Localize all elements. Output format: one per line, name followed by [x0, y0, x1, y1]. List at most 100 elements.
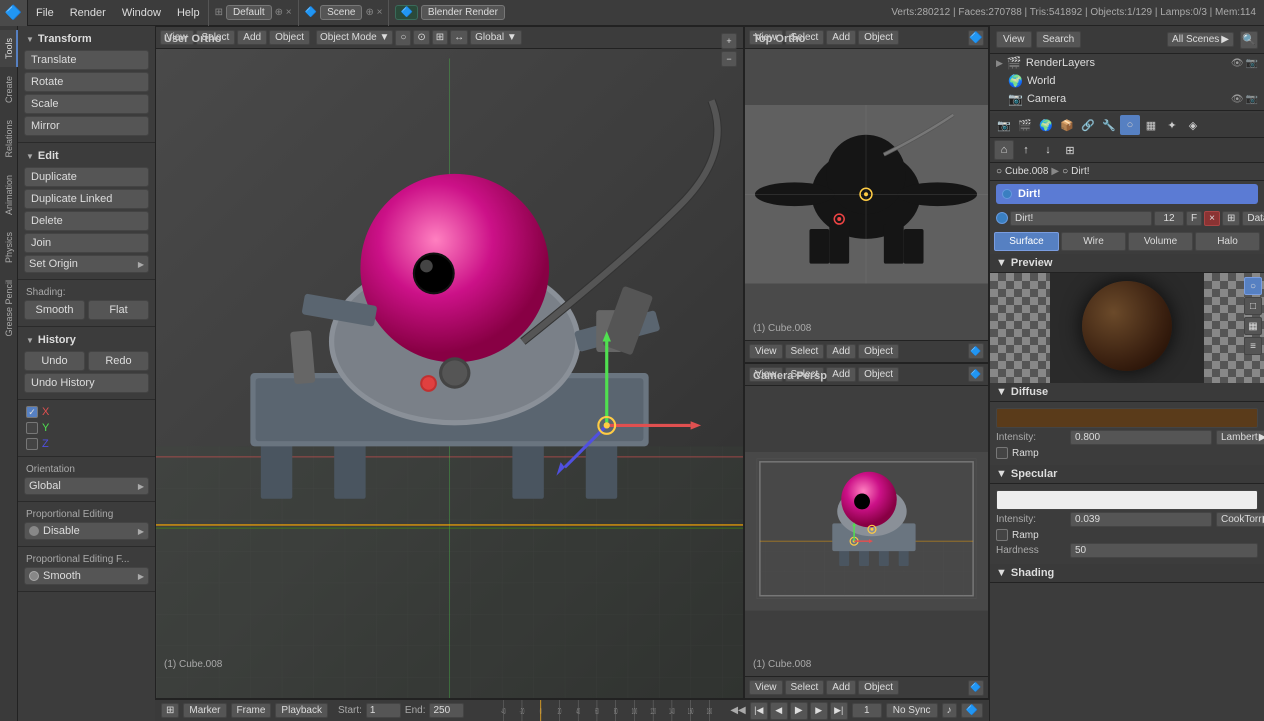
mirror-button[interactable]: Mirror	[24, 116, 149, 136]
nav-up-icon[interactable]: ↑	[1016, 140, 1036, 160]
timeline-marker-btn[interactable]: Marker	[183, 703, 226, 718]
cam-vb-view[interactable]: View	[749, 680, 783, 695]
hardness-input[interactable]	[1070, 543, 1258, 558]
menu-help[interactable]: Help	[169, 0, 208, 26]
edit-header[interactable]: ▼ Edit	[24, 147, 149, 165]
prop-render-icon[interactable]: 📷	[994, 115, 1014, 135]
vtab-animation[interactable]: Animation	[0, 167, 18, 223]
diffuse-section-header[interactable]: ▼ Diffuse	[990, 383, 1264, 402]
prop-texture-icon[interactable]: ▦	[1141, 115, 1161, 135]
top-view-btn[interactable]: View	[749, 30, 783, 45]
tab-wire[interactable]: Wire	[1061, 232, 1126, 251]
axis-y-checkbox[interactable]	[26, 422, 38, 434]
next-frame-btn[interactable]: ▶	[810, 702, 828, 720]
prop-particle-icon[interactable]: ✦	[1162, 115, 1182, 135]
outliner-render-layers[interactable]: ▶ 🎬 RenderLayers 👁 📷	[990, 54, 1264, 72]
mat-count-input[interactable]	[1154, 211, 1184, 226]
nav-home-icon[interactable]: ⌂	[994, 140, 1014, 160]
prop-constraint-icon[interactable]: 🔗	[1078, 115, 1098, 135]
top-select-btn[interactable]: Select	[785, 30, 825, 45]
vtab-physics[interactable]: Physics	[0, 224, 18, 271]
diffuse-mode-select[interactable]: Lambert ▶	[1216, 430, 1264, 445]
cam-vb-select[interactable]: Select	[785, 680, 825, 695]
prop-material-icon[interactable]: ○	[1120, 115, 1140, 135]
render-layers-vis-icon[interactable]: 👁	[1231, 58, 1244, 69]
cam-vb-add[interactable]: Add	[826, 680, 856, 695]
nav-zoom-out[interactable]: −	[721, 51, 737, 67]
engine-badge[interactable]: Blender Render	[421, 5, 505, 20]
end-frame-input[interactable]	[429, 703, 464, 718]
scene-badge[interactable]: Scene	[320, 5, 362, 20]
nav-zoom-in[interactable]: +	[721, 33, 737, 49]
diffuse-intensity-input[interactable]	[1070, 430, 1212, 445]
outliner-camera[interactable]: 📷 Camera 👁 📷	[990, 90, 1264, 108]
top-vb-add[interactable]: Add	[826, 344, 856, 359]
prop-physics-icon[interactable]: ◈	[1183, 115, 1203, 135]
camera-render-icon[interactable]: 📷	[1246, 94, 1258, 105]
orientation-dropdown[interactable]: Global ▶	[24, 477, 149, 495]
prop-scene-icon[interactable]: 🎬	[1015, 115, 1035, 135]
cam-vb-icon[interactable]: 🔷	[968, 680, 984, 696]
translate-button[interactable]: Translate	[24, 50, 149, 70]
timeline-view-btn[interactable]: ⊞	[161, 703, 179, 718]
tab-halo[interactable]: Halo	[1195, 232, 1260, 251]
main-viewport[interactable]: View Select Add Object Object Mode ▼ ○ ⊙…	[155, 26, 744, 699]
preview-hair-btn[interactable]: ≡	[1244, 337, 1262, 355]
mat-copy-btn[interactable]: ⊞	[1222, 211, 1240, 226]
play-btn[interactable]: ▶	[790, 702, 808, 720]
duplicate-button[interactable]: Duplicate	[24, 167, 149, 187]
material-name[interactable]: Dirt!	[1018, 188, 1252, 200]
prev-frame-btn[interactable]: ◀	[770, 702, 788, 720]
play-end-btn[interactable]: ▶|	[830, 702, 848, 720]
render-layers-camera-icon[interactable]: 📷	[1246, 58, 1258, 69]
top-object-btn[interactable]: Object	[858, 30, 899, 45]
outliner-world[interactable]: 🌍 World	[990, 72, 1264, 90]
cam-vb-object[interactable]: Object	[858, 680, 899, 695]
mat-data-select[interactable]: Data ▶	[1242, 211, 1264, 226]
vtab-grease-pencil[interactable]: Grease Pencil	[0, 272, 18, 345]
tab-volume[interactable]: Volume	[1128, 232, 1193, 251]
cam-view-btn[interactable]: View	[749, 367, 783, 382]
view-btn[interactable]: View	[996, 31, 1032, 48]
timeline-strip[interactable]: -40 -20 0 20 40 60 80 100 120	[472, 700, 722, 721]
camera-vis-icon[interactable]: 👁	[1231, 94, 1244, 105]
diffuse-ramp-checkbox[interactable]	[996, 447, 1008, 459]
nav-down-icon[interactable]: ↓	[1038, 140, 1058, 160]
play-start-btn[interactable]: |◀	[750, 702, 768, 720]
mat-delete-btn[interactable]: ×	[1204, 211, 1220, 226]
cam-object-btn[interactable]: Object	[858, 367, 899, 382]
preview-world-btn[interactable]: ▦	[1244, 317, 1262, 335]
specular-ramp-checkbox[interactable]	[996, 529, 1008, 541]
all-scenes-select[interactable]: All Scenes ▶	[1167, 32, 1234, 47]
menu-file[interactable]: File	[28, 0, 62, 26]
specular-intensity-input[interactable]	[1070, 512, 1212, 527]
menu-render[interactable]: Render	[62, 0, 114, 26]
axis-z-checkbox[interactable]	[26, 438, 38, 450]
axis-x-checkbox[interactable]: ✓	[26, 406, 38, 418]
vtab-relations[interactable]: Relations	[0, 112, 18, 166]
mat-name-input[interactable]	[1010, 211, 1152, 226]
prop-object-icon[interactable]: 📦	[1057, 115, 1077, 135]
search-icon[interactable]: 🔍	[1240, 31, 1258, 49]
prop-editing-dropdown[interactable]: Disable ▶	[24, 522, 149, 540]
tab-surface[interactable]: Surface	[994, 232, 1059, 251]
preview-sphere-btn[interactable]: ○	[1244, 277, 1262, 295]
breadcrumb-cube[interactable]: Cube.008	[1005, 166, 1048, 177]
smooth-button[interactable]: Smooth	[24, 300, 85, 320]
shading-rp-section-header[interactable]: ▼ Shading	[990, 564, 1264, 583]
camera-viewport[interactable]: View Select Add Object 🔷 Camera Persp	[744, 363, 989, 700]
top-viewport-icon[interactable]: 🔷	[968, 30, 984, 46]
prop-modifier-icon[interactable]: 🔧	[1099, 115, 1119, 135]
vtab-create[interactable]: Create	[0, 68, 18, 111]
specular-mode-select[interactable]: CookTorr ▶	[1216, 512, 1264, 527]
nav-expand-icon[interactable]: ⊞	[1060, 140, 1080, 160]
top-vb-select[interactable]: Select	[785, 344, 825, 359]
specular-color-swatch[interactable]	[996, 490, 1258, 510]
delete-button[interactable]: Delete	[24, 211, 149, 231]
history-header[interactable]: ▼ History	[24, 331, 149, 349]
menu-window[interactable]: Window	[114, 0, 169, 26]
duplicate-linked-button[interactable]: Duplicate Linked	[24, 189, 149, 209]
redo-button[interactable]: Redo	[88, 351, 149, 371]
current-frame-input[interactable]	[852, 703, 882, 718]
prop-falloff-dropdown[interactable]: Smooth ▶	[24, 567, 149, 585]
